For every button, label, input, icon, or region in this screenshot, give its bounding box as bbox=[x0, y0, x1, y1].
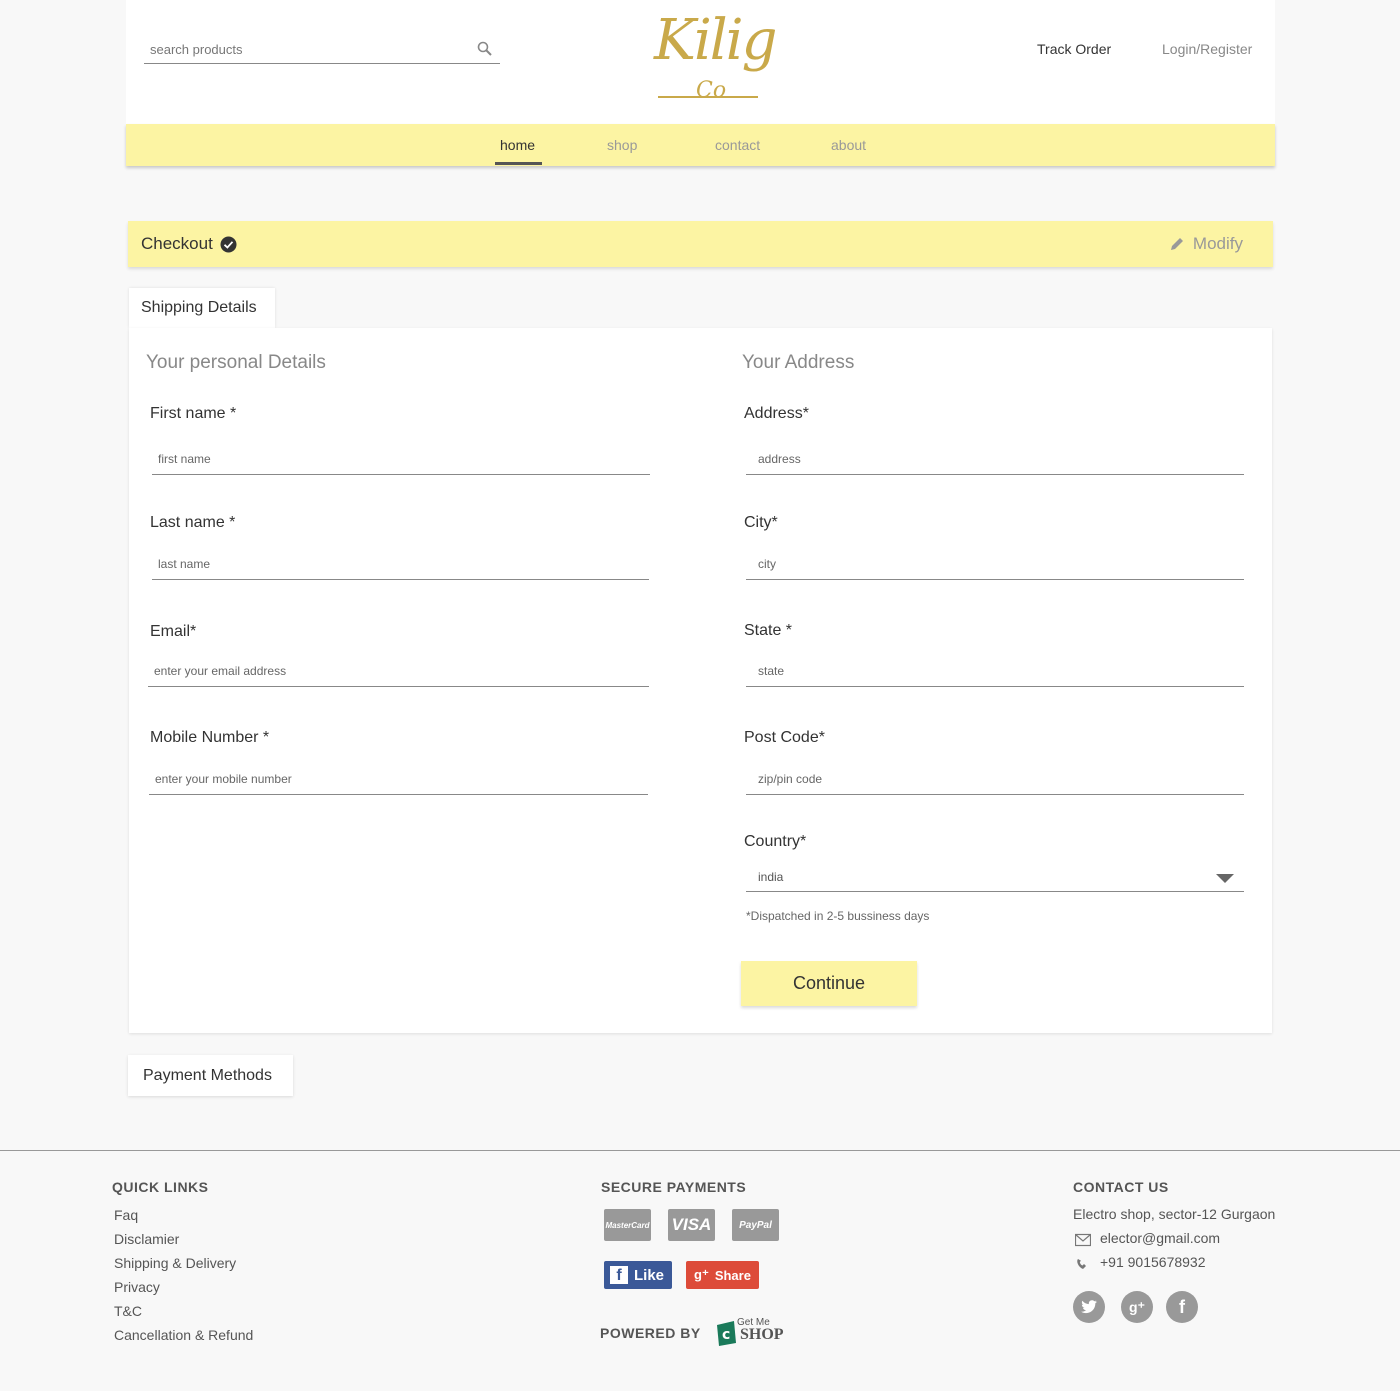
facebook-icon: f bbox=[610, 1266, 628, 1284]
footer-link-disclaimer[interactable]: Disclamier bbox=[114, 1231, 179, 1247]
shipping-panel: Your personal Details First name * Last … bbox=[129, 328, 1272, 1033]
paypal-icon: PayPal bbox=[732, 1209, 779, 1241]
address-title: Your Address bbox=[742, 352, 855, 373]
checkout-title: Checkout bbox=[141, 234, 213, 253]
site-footer: QUICK LINKS Faq Disclamier Shipping & De… bbox=[0, 1150, 1400, 1391]
search-input[interactable] bbox=[144, 36, 464, 62]
nav-about[interactable]: about bbox=[831, 137, 866, 153]
powered-by-label: POWERED BY bbox=[600, 1325, 701, 1341]
city-input[interactable] bbox=[746, 550, 1244, 578]
footer-link-cancellation[interactable]: Cancellation & Refund bbox=[114, 1327, 253, 1343]
email-input[interactable] bbox=[148, 657, 649, 685]
getmeshop-bottom: SHOP bbox=[740, 1326, 784, 1343]
last-name-field bbox=[152, 550, 649, 580]
google-plus-icon[interactable]: g⁺ bbox=[1121, 1291, 1153, 1323]
continue-button[interactable]: Continue bbox=[741, 961, 917, 1006]
footer-link-privacy[interactable]: Privacy bbox=[114, 1279, 160, 1295]
facebook-like-button[interactable]: f Like bbox=[604, 1261, 672, 1289]
share-label: Share bbox=[714, 1267, 751, 1283]
mobile-label: Mobile Number * bbox=[150, 729, 270, 746]
contact-address: Electro shop, sector-12 Gurgaon bbox=[1073, 1206, 1276, 1222]
dispatch-note: *Dispatched in 2-5 bussiness days bbox=[746, 909, 930, 923]
search-bar bbox=[144, 36, 500, 64]
nav-shop[interactable]: shop bbox=[607, 137, 637, 153]
country-select[interactable]: india bbox=[746, 862, 1244, 892]
postcode-label: Post Code* bbox=[744, 729, 825, 746]
login-register-link[interactable]: Login/Register bbox=[1162, 41, 1252, 57]
first-name-label: First name * bbox=[150, 405, 237, 422]
mastercard-icon: MasterCard bbox=[604, 1209, 651, 1241]
gplus-icon: g⁺ bbox=[694, 1267, 709, 1282]
search-icon[interactable] bbox=[476, 40, 494, 58]
first-name-field bbox=[152, 445, 650, 475]
secure-payments-title: SECURE PAYMENTS bbox=[601, 1179, 747, 1195]
postcode-field bbox=[746, 765, 1244, 795]
brand-logo[interactable]: Kilig Co bbox=[654, 8, 777, 110]
svg-text:c: c bbox=[722, 1327, 730, 1343]
phone-icon bbox=[1077, 1259, 1086, 1269]
city-field bbox=[746, 550, 1244, 580]
track-order-link[interactable]: Track Order bbox=[1037, 41, 1111, 57]
footer-link-faq[interactable]: Faq bbox=[114, 1207, 138, 1223]
last-name-label: Last name * bbox=[150, 514, 236, 531]
checkout-bar: Checkout Modify bbox=[128, 221, 1273, 267]
nav-home[interactable]: home bbox=[500, 137, 535, 153]
tab-shipping-label: Shipping Details bbox=[141, 299, 257, 316]
dropdown-arrow-icon bbox=[1216, 874, 1234, 883]
address-input[interactable] bbox=[746, 445, 1244, 473]
mobile-field bbox=[149, 765, 648, 795]
facebook-round-icon[interactable]: f bbox=[1166, 1291, 1198, 1323]
modify-label: Modify bbox=[1192, 234, 1243, 253]
email-field bbox=[148, 657, 649, 687]
email-label: Email* bbox=[150, 623, 197, 640]
country-selected-value: india bbox=[758, 870, 784, 884]
nav-active-indicator bbox=[495, 162, 542, 165]
pencil-icon bbox=[1170, 238, 1183, 250]
logo-script: Kilig bbox=[654, 8, 777, 73]
contact-phone: +91 9015678932 bbox=[1100, 1254, 1206, 1270]
address-label: Address* bbox=[744, 405, 809, 422]
contact-us-title: CONTACT US bbox=[1073, 1179, 1169, 1195]
twitter-icon[interactable] bbox=[1073, 1291, 1105, 1323]
footer-link-shipping[interactable]: Shipping & Delivery bbox=[114, 1255, 236, 1271]
site-header: Kilig Co Track Order Login/Register bbox=[126, 0, 1275, 124]
nav-contact[interactable]: contact bbox=[715, 137, 760, 153]
mail-icon bbox=[1075, 1233, 1091, 1247]
footer-link-tc[interactable]: T&C bbox=[114, 1303, 142, 1319]
tab-payment-methods[interactable]: Payment Methods bbox=[128, 1055, 293, 1096]
first-name-input[interactable] bbox=[152, 445, 650, 473]
state-input[interactable] bbox=[746, 657, 1244, 685]
quick-links-title: QUICK LINKS bbox=[112, 1179, 209, 1195]
address-field bbox=[746, 445, 1244, 475]
modify-button[interactable]: Modify bbox=[1170, 234, 1243, 254]
logo-sub: Co bbox=[696, 78, 727, 103]
country-label: Country* bbox=[744, 833, 807, 850]
postcode-input[interactable] bbox=[746, 765, 1244, 793]
contact-email[interactable]: elector@gmail.com bbox=[1100, 1230, 1220, 1246]
state-label: State * bbox=[744, 622, 793, 639]
personal-details-title: Your personal Details bbox=[146, 352, 326, 373]
tab-shipping-details[interactable]: Shipping Details bbox=[129, 288, 275, 328]
last-name-input[interactable] bbox=[152, 550, 649, 578]
getmeshop-logo[interactable]: c Get Me SHOP bbox=[714, 1317, 786, 1347]
visa-icon: VISA bbox=[668, 1209, 715, 1241]
state-field bbox=[746, 657, 1244, 687]
logo-underline bbox=[658, 96, 758, 98]
city-label: City* bbox=[744, 514, 778, 531]
like-label: Like bbox=[634, 1266, 665, 1284]
main-nav: home shop contact about bbox=[126, 124, 1275, 166]
check-circle-icon bbox=[220, 236, 237, 253]
tab-payment-label: Payment Methods bbox=[143, 1067, 272, 1084]
mobile-input[interactable] bbox=[149, 765, 648, 793]
getmeshop-bag-icon: c bbox=[717, 1321, 736, 1346]
gplus-share-button[interactable]: g⁺ Share bbox=[686, 1261, 759, 1289]
